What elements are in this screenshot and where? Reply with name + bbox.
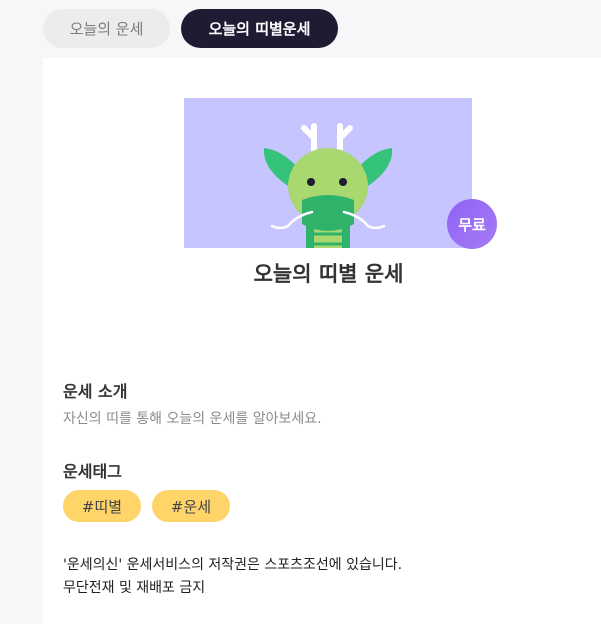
copyright-line-1: '운세의신' 운세서비스의 저작권은 스포츠조선에 있습니다.: [63, 557, 403, 573]
tab-zodiac-fortune[interactable]: 오늘의 띠별운세: [181, 9, 338, 48]
tab-today-fortune[interactable]: 오늘의 운세: [43, 9, 170, 48]
page-title: 오늘의 띠별 운세: [253, 262, 404, 286]
copyright-notice: '운세의신' 운세서비스의 저작권은 스포츠조선에 있습니다. 무단전재 및 재…: [63, 554, 402, 600]
hero-image: [184, 98, 472, 248]
dragon-illustration-icon: [263, 123, 393, 248]
fortune-card: 무료 오늘의 띠별 운세 운세 소개 자신의 띠를 통해 오늘의 운세를 알아보…: [43, 58, 601, 624]
free-badge: 무료: [447, 199, 497, 249]
tag-fortune[interactable]: #운세: [152, 490, 230, 522]
tab-bar: 오늘의 운세 오늘의 띠별운세: [43, 9, 338, 48]
intro-text: 자신의 띠를 통해 오늘의 운세를 알아보세요.: [63, 411, 322, 427]
copyright-line-2: 무단전재 및 재배포 금지: [63, 580, 206, 596]
intro-heading: 운세 소개: [63, 382, 128, 401]
tags-heading: 운세태그: [63, 462, 122, 481]
tag-zodiac[interactable]: #띠별: [63, 490, 141, 522]
tag-list: #띠별 #운세: [63, 490, 230, 522]
